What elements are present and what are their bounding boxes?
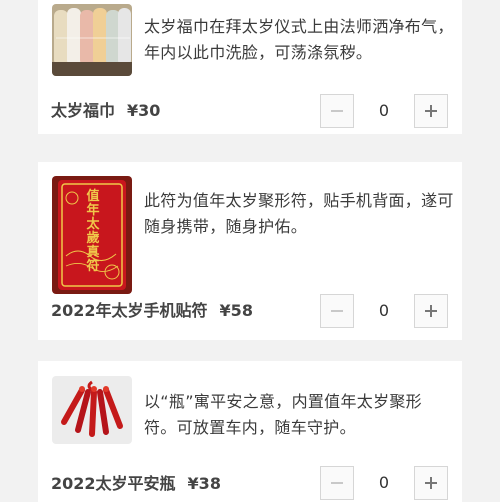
- decrease-button[interactable]: [320, 294, 354, 328]
- decrease-button[interactable]: [320, 466, 354, 500]
- talisman-text: 值年太歲真符: [86, 189, 100, 274]
- product-name: 太岁福巾: [51, 101, 116, 120]
- decrease-button[interactable]: [320, 94, 354, 128]
- product-card: 值年太歲真符 此符为值年太岁聚形符，贴手机背面，遂可随身携带，随身护佑。 202…: [38, 162, 462, 340]
- product-title: 太岁福巾 ¥30: [51, 97, 160, 121]
- minus-icon: [331, 482, 343, 484]
- quantity-stepper: 0: [320, 94, 448, 128]
- quantity-stepper: 0: [320, 466, 448, 500]
- product-price: ¥58: [219, 301, 253, 320]
- quantity-stepper: 0: [320, 294, 448, 328]
- product-card: 以“瓶”寓平安之意，内置值年太岁聚形符。可放置车内，随车守护。 2022太岁平安…: [38, 361, 462, 502]
- quantity-value: 0: [378, 301, 390, 320]
- product-price: ¥30: [127, 101, 161, 120]
- product-image: 值年太歲真符: [52, 176, 132, 294]
- towels-image: [52, 4, 132, 76]
- product-name: 2022年太岁手机贴符: [51, 301, 208, 320]
- red-tassels-image: [52, 376, 132, 444]
- product-price: ¥38: [187, 474, 221, 493]
- increase-button[interactable]: [414, 466, 448, 500]
- increase-button[interactable]: [414, 294, 448, 328]
- product-name: 2022太岁平安瓶: [51, 474, 176, 493]
- product-title: 2022年太岁手机贴符 ¥58: [51, 297, 253, 321]
- product-image: [52, 376, 132, 444]
- product-description: 此符为值年太岁聚形符，贴手机背面，遂可随身携带，随身护佑。: [144, 191, 454, 236]
- product-image: [52, 4, 132, 76]
- quantity-value: 0: [378, 101, 390, 120]
- product-description: 以“瓶”寓平安之意，内置值年太岁聚形符。可放置车内，随车守护。: [144, 392, 422, 437]
- product-card: 太岁福巾在拜太岁仪式上由法师洒净布气，年内以此巾洗脸，可荡涤氛秽。 太岁福巾 ¥3…: [38, 0, 462, 134]
- increase-button[interactable]: [414, 94, 448, 128]
- minus-icon: [331, 310, 343, 312]
- minus-icon: [331, 110, 343, 112]
- product-description: 太岁福巾在拜太岁仪式上由法师洒净布气，年内以此巾洗脸，可荡涤氛秽。: [144, 17, 454, 62]
- product-title: 2022太岁平安瓶 ¥38: [51, 470, 221, 494]
- quantity-value: 0: [378, 473, 390, 492]
